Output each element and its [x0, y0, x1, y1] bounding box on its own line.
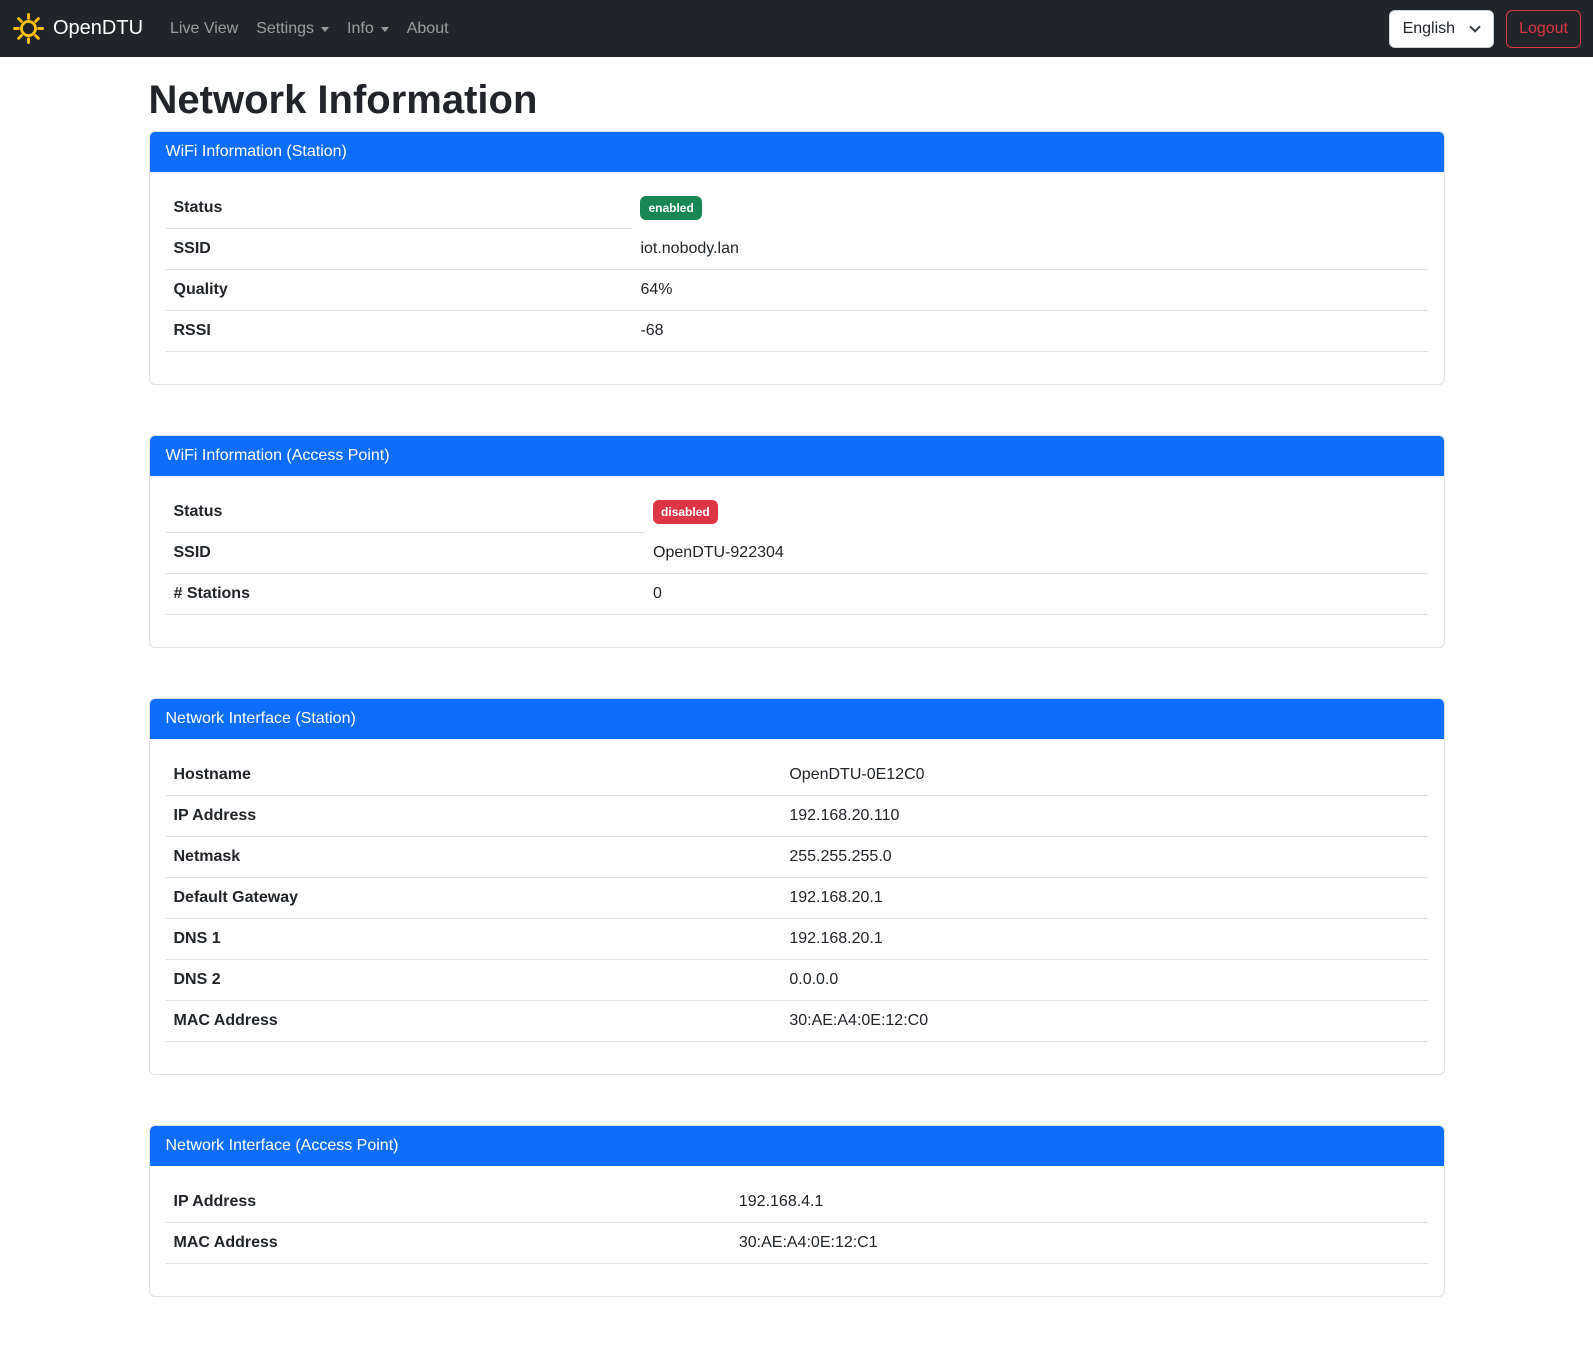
- row-value: 192.168.20.110: [781, 796, 1427, 837]
- info-table: Status enabled SSID iot.nobody.lan Quali…: [166, 188, 1428, 352]
- row-value: 30:AE:A4:0E:12:C1: [731, 1223, 1428, 1264]
- row-label: Hostname: [166, 755, 782, 796]
- row-value: enabled: [632, 188, 1427, 229]
- row-value: 0: [645, 574, 1427, 615]
- row-value: 192.168.20.1: [781, 919, 1427, 960]
- nav-item-label: Settings: [256, 20, 314, 38]
- card-body: IP Address 192.168.4.1 MAC Address 30:AE…: [150, 1166, 1444, 1296]
- card-header: Network Interface (Station): [150, 699, 1444, 739]
- row-value: 192.168.4.1: [731, 1182, 1428, 1223]
- brand-label: OpenDTU: [53, 17, 143, 40]
- table-row: IP Address 192.168.4.1: [166, 1182, 1428, 1223]
- row-label: Default Gateway: [166, 878, 782, 919]
- nav-item-label: About: [407, 20, 449, 38]
- card-wifi-station: WiFi Information (Station) Status enable…: [149, 131, 1445, 385]
- table-row: SSID OpenDTU-922304: [166, 533, 1428, 574]
- nav-item-about[interactable]: About: [398, 12, 458, 46]
- card-body: Status disabled SSID OpenDTU-922304 # St…: [150, 476, 1444, 647]
- chevron-down-icon: [1469, 21, 1480, 32]
- row-value: OpenDTU-0E12C0: [781, 755, 1427, 796]
- row-value: 255.255.255.0: [781, 837, 1427, 878]
- nav-item-label: Live View: [170, 20, 238, 38]
- row-label: SSID: [166, 533, 646, 574]
- row-label: Netmask: [166, 837, 782, 878]
- table-row: DNS 2 0.0.0.0: [166, 960, 1428, 1001]
- row-value: -68: [632, 311, 1427, 352]
- table-row: IP Address 192.168.20.110: [166, 796, 1428, 837]
- card-network-interface-access-point: Network Interface (Access Point) IP Addr…: [149, 1125, 1445, 1297]
- nav-item-label: Info: [347, 20, 374, 38]
- table-row: Netmask 255.255.255.0: [166, 837, 1428, 878]
- page-title: Network Information: [149, 76, 1445, 124]
- table-row: Hostname OpenDTU-0E12C0: [166, 755, 1428, 796]
- row-value: OpenDTU-922304: [645, 533, 1427, 574]
- page-container: Network Information WiFi Information (St…: [137, 76, 1457, 1337]
- row-value: 64%: [632, 270, 1427, 311]
- top-navbar: OpenDTU Live View Settings Info About En…: [0, 0, 1593, 57]
- row-label: Status: [166, 492, 646, 533]
- card-header: WiFi Information (Station): [150, 132, 1444, 172]
- row-label: IP Address: [166, 1182, 731, 1223]
- row-label: Status: [166, 188, 633, 229]
- row-label: # Stations: [166, 574, 646, 615]
- table-row: MAC Address 30:AE:A4:0E:12:C1: [166, 1223, 1428, 1264]
- table-row: RSSI -68: [166, 311, 1428, 352]
- table-row: DNS 1 192.168.20.1: [166, 919, 1428, 960]
- table-row: MAC Address 30:AE:A4:0E:12:C0: [166, 1001, 1428, 1042]
- card-header: Network Interface (Access Point): [150, 1126, 1444, 1166]
- info-table: Hostname OpenDTU-0E12C0 IP Address 192.1…: [166, 755, 1428, 1042]
- table-row: Status disabled: [166, 492, 1428, 533]
- brand[interactable]: OpenDTU: [12, 12, 143, 45]
- row-value: disabled: [645, 492, 1427, 533]
- row-value: 30:AE:A4:0E:12:C0: [781, 1001, 1427, 1042]
- caret-down-icon: [381, 27, 389, 32]
- sun-icon: [12, 12, 45, 45]
- status-badge: enabled: [640, 196, 701, 220]
- nav-item-live-view[interactable]: Live View: [161, 12, 247, 46]
- info-table: Status disabled SSID OpenDTU-922304 # St…: [166, 492, 1428, 615]
- language-select[interactable]: English: [1389, 10, 1494, 48]
- card-network-interface-station: Network Interface (Station) Hostname Ope…: [149, 698, 1445, 1075]
- card-header: WiFi Information (Access Point): [150, 436, 1444, 476]
- card-body: Hostname OpenDTU-0E12C0 IP Address 192.1…: [150, 739, 1444, 1074]
- row-label: MAC Address: [166, 1001, 782, 1042]
- row-label: DNS 2: [166, 960, 782, 1001]
- card-wifi-access-point: WiFi Information (Access Point) Status d…: [149, 435, 1445, 648]
- table-row: Default Gateway 192.168.20.1: [166, 878, 1428, 919]
- row-label: MAC Address: [166, 1223, 731, 1264]
- row-label: SSID: [166, 229, 633, 270]
- row-value: 0.0.0.0: [781, 960, 1427, 1001]
- info-table: IP Address 192.168.4.1 MAC Address 30:AE…: [166, 1182, 1428, 1264]
- row-label: IP Address: [166, 796, 782, 837]
- row-label: Quality: [166, 270, 633, 311]
- table-row: # Stations 0: [166, 574, 1428, 615]
- nav-links: Live View Settings Info About: [161, 12, 458, 46]
- logout-button[interactable]: Logout: [1506, 10, 1581, 48]
- table-row: Status enabled: [166, 188, 1428, 229]
- caret-down-icon: [321, 27, 329, 32]
- table-row: SSID iot.nobody.lan: [166, 229, 1428, 270]
- row-label: DNS 1: [166, 919, 782, 960]
- card-body: Status enabled SSID iot.nobody.lan Quali…: [150, 172, 1444, 384]
- table-row: Quality 64%: [166, 270, 1428, 311]
- row-value: 192.168.20.1: [781, 878, 1427, 919]
- nav-item-info[interactable]: Info: [338, 12, 398, 46]
- row-label: RSSI: [166, 311, 633, 352]
- row-value: iot.nobody.lan: [632, 229, 1427, 270]
- language-selected-label: English: [1403, 20, 1455, 38]
- nav-item-settings[interactable]: Settings: [247, 12, 338, 46]
- status-badge: disabled: [653, 500, 718, 524]
